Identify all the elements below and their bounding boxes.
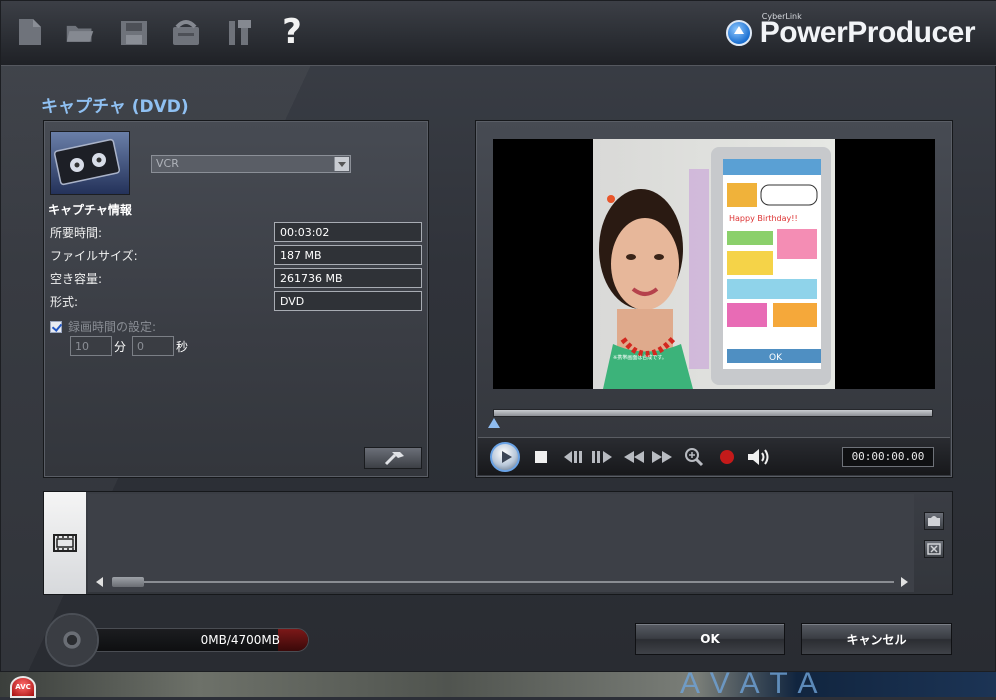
cyberlink-logo-icon — [725, 20, 752, 46]
record-icon[interactable] — [718, 445, 736, 469]
play-icon[interactable] — [490, 442, 520, 472]
playback-controls: 00:00:00.00 — [478, 437, 950, 475]
phone-ok-text: OK — [769, 353, 783, 363]
seconds-unit: 秒 — [176, 339, 189, 354]
film-strip-icon — [53, 534, 77, 552]
record-time-row: 録画時間の設定: — [50, 318, 156, 335]
preview-panel: Happy Birthday!! OK ※携帯画面は合成です。 00:00:00… — [475, 120, 953, 478]
desktop-taskbar: AVC AVATA — [0, 667, 996, 700]
open-folder-icon[interactable] — [65, 15, 99, 49]
seek-bar[interactable] — [493, 409, 933, 417]
duration-value: 00:03:02 — [274, 222, 422, 242]
brand-logo: CyberLink PowerProducer — [725, 12, 976, 51]
disc-icon — [45, 613, 99, 667]
disc-capacity-bar: 0MB/4700MB — [87, 628, 309, 652]
scroll-rail — [112, 581, 894, 583]
capture-info-heading: キャプチャ情報 — [48, 203, 132, 217]
top-toolbar: ? CyberLink PowerProducer — [1, 1, 996, 66]
zoom-icon[interactable] — [682, 445, 706, 469]
seek-thumb[interactable] — [488, 418, 500, 428]
app-window: ? CyberLink PowerProducer キャプチャ (DVD) VC… — [0, 0, 996, 672]
minutes-unit: 分 — [114, 339, 127, 354]
avc-app-icon[interactable]: AVC — [10, 676, 36, 698]
volume-icon[interactable] — [746, 445, 770, 469]
rewind-icon[interactable] — [622, 445, 646, 469]
device-select[interactable]: VCR — [151, 155, 351, 173]
capacity-text: 0MB/4700MB — [200, 633, 280, 647]
delete-icon — [927, 543, 941, 555]
save-icon[interactable] — [119, 15, 149, 49]
storyboard-edit-button[interactable] — [924, 512, 944, 530]
chevron-down-icon[interactable] — [334, 157, 349, 171]
info-row-free-space: 空き容量: 261736 MB — [50, 268, 422, 288]
free-space-value: 261736 MB — [274, 268, 422, 288]
desktop-background-text: AVATA — [680, 667, 830, 700]
scroll-right-icon[interactable] — [901, 577, 908, 587]
record-time-checkbox[interactable] — [50, 320, 62, 333]
seconds-input[interactable]: 0 — [132, 336, 175, 356]
new-file-icon[interactable] — [15, 15, 45, 49]
step-forward-icon[interactable] — [590, 445, 614, 469]
video-caption: ※携帯画面は合成です。 — [613, 354, 667, 361]
info-row-format: 形式: DVD — [50, 291, 422, 311]
hammer-icon — [384, 452, 404, 466]
capture-options-button[interactable] — [364, 447, 422, 469]
scroll-left-icon[interactable] — [96, 577, 103, 587]
file-size-value: 187 MB — [274, 245, 422, 265]
record-time-label: 録画時間の設定: — [68, 320, 157, 334]
duration-label: 所要時間: — [50, 226, 103, 240]
storyboard-scrollbar[interactable] — [94, 576, 914, 588]
file-size-label: ファイルサイズ: — [50, 249, 138, 263]
storyboard-panel — [43, 491, 953, 595]
phone-message-text: Happy Birthday!! — [729, 214, 798, 223]
storyboard-delete-button[interactable] — [924, 540, 944, 558]
format-value: DVD — [274, 291, 422, 311]
storyboard-tab[interactable] — [44, 492, 86, 594]
info-row-duration: 所要時間: 00:03:02 — [50, 222, 422, 242]
vcr-tape-icon — [50, 131, 130, 195]
capacity-fill — [278, 629, 308, 651]
video-frame: Happy Birthday!! OK ※携帯画面は合成です。 — [593, 139, 835, 389]
record-time-inputs: 10 分 0 秒 — [70, 336, 190, 356]
video-preview: Happy Birthday!! OK ※携帯画面は合成です。 — [493, 139, 935, 389]
step-back-icon[interactable] — [562, 445, 586, 469]
tools-icon[interactable] — [225, 15, 255, 49]
format-label: 形式: — [50, 295, 79, 309]
help-icon[interactable]: ? — [277, 15, 307, 49]
burn-disc-icon[interactable] — [171, 15, 201, 49]
info-row-file-size: ファイルサイズ: 187 MB — [50, 245, 422, 265]
ok-button[interactable]: OK — [635, 623, 785, 655]
fast-forward-icon[interactable] — [650, 445, 674, 469]
minutes-input[interactable]: 10 — [70, 336, 112, 356]
cancel-button[interactable]: キャンセル — [801, 623, 952, 655]
device-select-value: VCR — [156, 157, 179, 170]
capture-settings-panel: VCR キャプチャ情報 所要時間: 00:03:02 ファイルサイズ: 187 … — [43, 120, 429, 478]
camera-icon — [928, 516, 940, 526]
page-title: キャプチャ (DVD) — [41, 97, 189, 117]
stop-icon[interactable] — [534, 445, 548, 469]
brand-small-text: CyberLink — [761, 12, 802, 21]
free-space-label: 空き容量: — [50, 272, 103, 286]
scroll-thumb[interactable] — [112, 577, 144, 587]
timecode-display: 00:00:00.00 — [842, 447, 934, 467]
